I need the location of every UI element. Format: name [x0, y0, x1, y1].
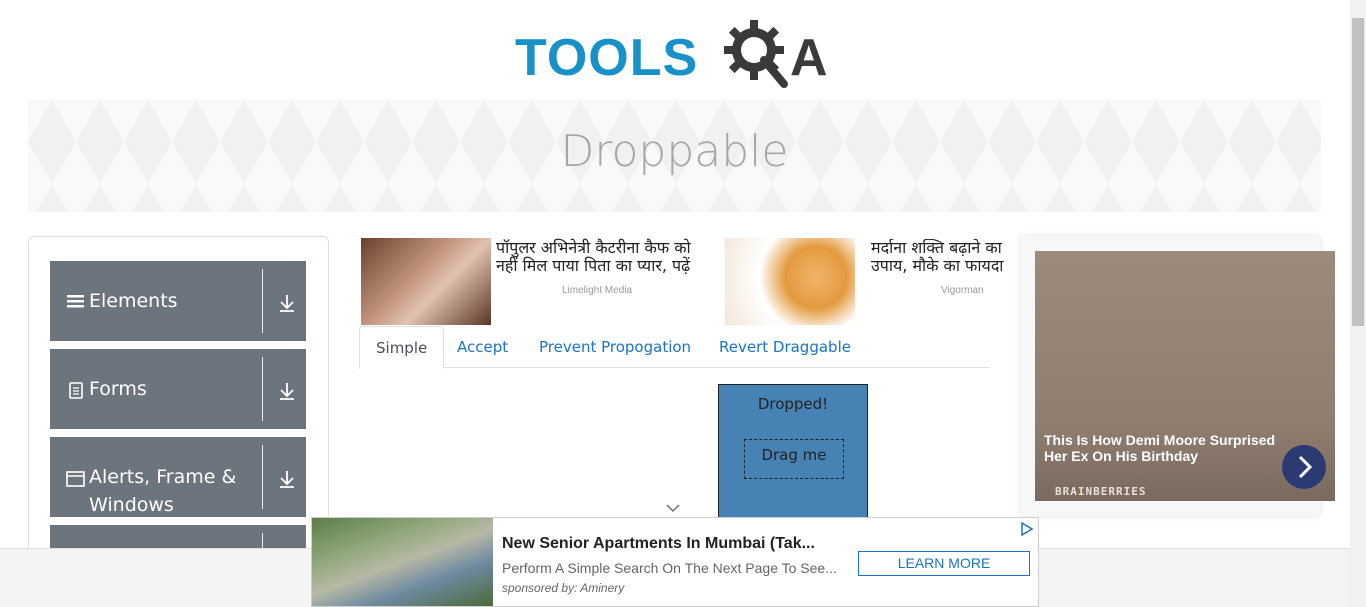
droppable-label: Dropped! — [757, 395, 829, 413]
right-ad-source: BRAINBERRIES — [1055, 485, 1147, 498]
ad-headline[interactable]: पॉपुलर अभिनेत्री कैटरीना कैफ को नहीं मिल… — [496, 239, 711, 275]
tab-simple[interactable]: Simple — [359, 326, 445, 369]
tab-accept[interactable]: Accept — [441, 326, 524, 368]
download-arrow-icon[interactable] — [277, 293, 297, 313]
gear-magnifier-icon — [724, 20, 788, 88]
ad-source: Limelight Media — [562, 285, 633, 296]
download-arrow-icon[interactable] — [277, 469, 297, 489]
page: TOOLS A Droppable Elements Forms Alerts,… — [0, 0, 1366, 607]
toolsqa-logo[interactable]: TOOLS A — [515, 16, 840, 92]
sidebar-group-elements[interactable]: Elements — [50, 261, 306, 341]
chevron-right-icon — [1298, 455, 1313, 479]
page-title: Droppable — [560, 126, 789, 177]
tab-prevent-propogation[interactable]: Prevent Propogation — [523, 326, 707, 368]
right-ad-title[interactable]: This Is How Demi Moore Surprised Her Ex … — [1044, 432, 1284, 464]
page-banner: Droppable — [28, 100, 1321, 212]
tab-bar: Simple Accept Prevent Propogation Revert… — [359, 326, 990, 369]
bottom-ad-title[interactable]: New Senior Apartments In Mumbai (Tak... — [502, 535, 847, 553]
scrollbar-thumb[interactable] — [1352, 18, 1364, 326]
droppable-target[interactable]: Dropped! Drag me — [718, 384, 868, 524]
document-icon — [69, 382, 83, 399]
tab-revert-draggable[interactable]: Revert Draggable — [703, 326, 867, 368]
adchoices-icon[interactable] — [1020, 522, 1034, 536]
draggable-box[interactable]: Drag me — [744, 439, 844, 479]
bottom-ad-sponsor: sponsored by: Aminery — [502, 581, 625, 595]
sidebar-group-label: Alerts, Frame & Windows — [89, 466, 237, 516]
sidebar-group-label: Forms — [89, 378, 147, 400]
right-ad[interactable]: This Is How Demi Moore Surprised Her Ex … — [1035, 251, 1335, 501]
ad-thumbnail[interactable] — [361, 238, 491, 325]
menu-icon — [67, 295, 84, 308]
sidebar-group-label: Elements — [89, 290, 178, 312]
divider — [262, 357, 263, 421]
ad-source: Vigorman — [941, 285, 984, 296]
sidebar: Elements Forms Alerts, Frame & Windows — [28, 236, 329, 566]
divider — [262, 445, 263, 509]
sidebar-group-alerts-frame-windows[interactable]: Alerts, Frame & Windows — [50, 437, 306, 517]
ad-thumbnail[interactable] — [725, 238, 855, 325]
ad-headline[interactable]: मर्दाना शक्ति बढ़ाने का उपाय, मौके का फा… — [871, 239, 1021, 277]
next-arrow-button[interactable] — [1282, 445, 1326, 489]
bottom-ad-subtitle[interactable]: Perform A Simple Search On The Next Page… — [502, 560, 842, 576]
bottom-ad[interactable]: New Senior Apartments In Mumbai (Tak... … — [311, 517, 1039, 607]
scrollbar[interactable] — [1350, 0, 1366, 607]
download-arrow-icon[interactable] — [277, 381, 297, 401]
learn-more-button[interactable]: LEARN MORE — [858, 551, 1030, 576]
logo-wordmark: TOOLS — [515, 29, 699, 87]
logo-accent: A — [790, 29, 828, 87]
sidebar-group-forms[interactable]: Forms — [50, 349, 306, 429]
chevron-down-icon[interactable] — [665, 500, 681, 516]
window-icon — [66, 471, 85, 487]
bottom-ad-image[interactable] — [312, 518, 493, 606]
divider — [262, 269, 263, 333]
